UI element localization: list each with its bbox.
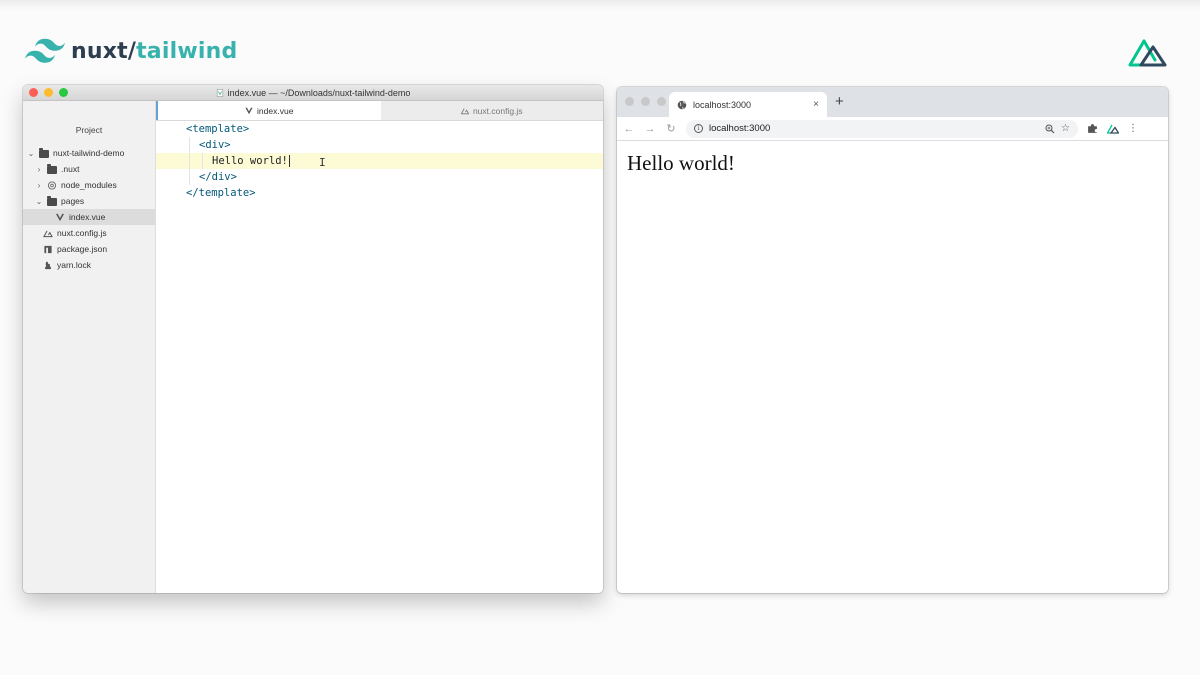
tree-item-label: package.json	[57, 244, 108, 254]
yarn-icon	[45, 261, 51, 269]
vue-icon	[55, 213, 65, 221]
indent-guide	[189, 153, 190, 169]
tree-item-yarn-lock[interactable]: yarn.lock	[23, 257, 155, 273]
npm-icon	[44, 245, 52, 253]
code-line-5[interactable]: </template>	[156, 185, 603, 201]
info-icon[interactable]: i	[694, 124, 703, 133]
window-title-text: index.vue — ~/Downloads/nuxt-tailwind-de…	[227, 87, 411, 98]
tree-item-label: .nuxt	[61, 164, 80, 174]
close-window-button[interactable]	[29, 88, 38, 97]
editor-body: Project ⌄ nuxt-tailwind-demo › .nuxt › n…	[23, 101, 603, 593]
code-line-4[interactable]: </div>	[156, 169, 603, 185]
address-bar-url[interactable]: localhost:3000	[709, 123, 1039, 134]
code-token: <template>	[186, 123, 250, 135]
sidebar-header: Project	[75, 125, 103, 135]
editor-window-title: index.vue — ~/Downloads/nuxt-tailwind-de…	[216, 87, 411, 98]
chevron-down-icon[interactable]: ⌄	[35, 197, 43, 206]
star-icon[interactable]: ☆	[1061, 123, 1070, 134]
code-line-2[interactable]: <div>	[156, 137, 603, 153]
forward-arrow-icon[interactable]: →	[644, 123, 656, 135]
window-controls	[29, 88, 68, 97]
tree-item-index-vue[interactable]: index.vue	[23, 209, 155, 225]
close-tab-icon[interactable]: ×	[813, 99, 819, 110]
code-token: </div>	[199, 171, 237, 183]
vue-icon	[245, 107, 253, 114]
top-strip	[0, 0, 1200, 10]
nuxt-icon	[43, 230, 53, 237]
browser-viewport: Hello world!	[617, 141, 1168, 593]
text-caret	[288, 155, 290, 167]
reload-icon[interactable]: ↻	[665, 122, 677, 135]
brand-title: nuxt/tailwind	[71, 39, 237, 64]
new-tab-button[interactable]: +	[835, 93, 844, 110]
file-icon	[216, 88, 223, 97]
tree-item-nuxt[interactable]: › .nuxt	[23, 161, 155, 177]
brand-header: nuxt/tailwind	[25, 38, 237, 64]
indent-guide	[189, 169, 190, 185]
code-editor-window: index.vue — ~/Downloads/nuxt-tailwind-de…	[23, 85, 603, 593]
tree-item-pages[interactable]: ⌄ pages	[23, 193, 155, 209]
tree-item-package-json[interactable]: package.json	[23, 241, 155, 257]
chevron-down-icon[interactable]: ⌄	[27, 149, 35, 158]
editor-titlebar: index.vue — ~/Downloads/nuxt-tailwind-de…	[23, 85, 603, 101]
browser-tabstrip: localhost:3000 × +	[617, 87, 1168, 117]
maximize-window-button[interactable]	[657, 97, 666, 106]
editor-tabs: index.vue nuxt.config.js	[156, 101, 603, 121]
close-window-button[interactable]	[625, 97, 634, 106]
tree-item-node-modules[interactable]: › node_modules	[23, 177, 155, 193]
tab-index-vue[interactable]: index.vue	[156, 101, 381, 120]
address-bar[interactable]: i localhost:3000 ☆	[686, 119, 1078, 138]
browser-tab[interactable]: localhost:3000 ×	[669, 92, 827, 117]
minimize-window-button[interactable]	[641, 97, 650, 106]
tab-label: nuxt.config.js	[472, 105, 523, 116]
code-token: </template>	[186, 187, 256, 199]
code-token: Hello world!	[212, 155, 288, 167]
page-heading: Hello world!	[627, 151, 735, 175]
tree-item-label: pages	[61, 196, 85, 206]
chevron-right-icon[interactable]: ›	[35, 165, 43, 174]
maximize-window-button[interactable]	[59, 88, 68, 97]
indent-guide	[202, 153, 203, 169]
browser-window: localhost:3000 × + ← → ↻ i localhost:300…	[617, 87, 1168, 593]
code-line-1[interactable]: <template>	[156, 121, 603, 137]
editor-main-pane: index.vue nuxt.config.js <template> <div…	[156, 101, 603, 593]
browser-window-controls	[625, 97, 666, 106]
project-sidebar: Project ⌄ nuxt-tailwind-demo › .nuxt › n…	[23, 101, 156, 593]
tab-label: index.vue	[257, 105, 294, 116]
tailwind-logo-icon	[25, 38, 65, 63]
minimize-window-button[interactable]	[44, 88, 53, 97]
browser-tab-title: localhost:3000	[693, 99, 752, 110]
indent-guide	[189, 137, 190, 153]
brand-name-nuxt: nuxt	[71, 38, 128, 64]
back-arrow-icon[interactable]: ←	[623, 123, 635, 135]
nuxt-devtools-icon[interactable]	[1107, 124, 1119, 134]
brand-name-tailwind: tailwind	[136, 38, 238, 64]
code-token: <div>	[199, 139, 231, 151]
code-line-3[interactable]: Hello world! I	[156, 153, 603, 169]
nuxt-icon	[460, 107, 469, 114]
folder-icon	[39, 147, 49, 158]
brand-separator: /	[127, 38, 137, 64]
more-menu-icon[interactable]: ⋮	[1128, 123, 1138, 134]
folder-icon	[47, 195, 57, 206]
nuxt-logo-icon	[1128, 39, 1167, 67]
package-icon	[47, 180, 57, 190]
tree-item-label: yarn.lock	[57, 260, 92, 270]
folder-icon	[47, 163, 57, 174]
tree-item-label: index.vue	[69, 212, 106, 222]
tree-item-label: nuxt.config.js	[57, 228, 107, 238]
chevron-right-icon[interactable]: ›	[35, 181, 43, 190]
tree-item-label: nuxt-tailwind-demo	[53, 148, 125, 158]
browser-toolbar: ← → ↻ i localhost:3000 ☆ ⋮	[617, 117, 1168, 141]
tab-nuxt-config[interactable]: nuxt.config.js	[381, 101, 604, 120]
globe-icon	[677, 100, 687, 109]
tree-item-nuxt-config[interactable]: nuxt.config.js	[23, 225, 155, 241]
code-area[interactable]: <template> <div> Hello world! I </div> </…	[156, 121, 603, 201]
zoom-icon[interactable]	[1045, 124, 1055, 134]
tree-item-label: node_modules	[61, 180, 117, 190]
extensions-puzzle-icon[interactable]	[1087, 123, 1098, 134]
tree-item-root[interactable]: ⌄ nuxt-tailwind-demo	[23, 145, 155, 161]
